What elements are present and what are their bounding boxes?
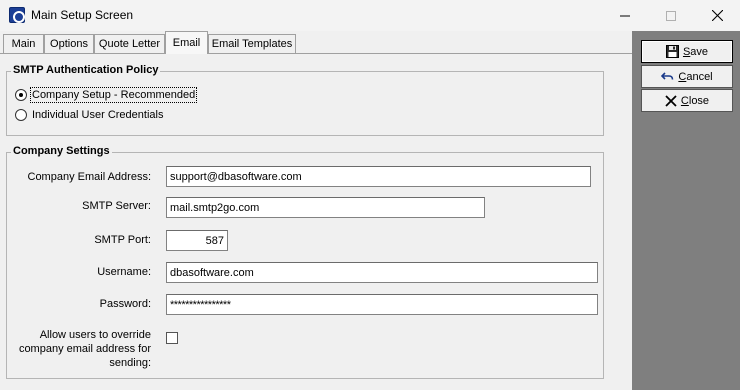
smtp-policy-legend: SMTP Authentication Policy bbox=[11, 64, 161, 76]
cancel-label: ancel bbox=[686, 70, 713, 83]
smtp-port-label: SMTP Port: bbox=[94, 234, 151, 246]
radio-button-unchecked[interactable] bbox=[15, 109, 27, 121]
smtp-policy-group: SMTP Authentication Policy Company Setup… bbox=[6, 64, 604, 136]
minimize-icon bbox=[620, 15, 630, 16]
tab-strip: Main Options Quote Letter Email Email Te… bbox=[0, 31, 632, 54]
undo-arrow-icon bbox=[661, 71, 674, 82]
email-tab-panel: SMTP Authentication Policy Company Setup… bbox=[0, 53, 632, 390]
radio-individual-credentials-label: Individual User Credentials bbox=[32, 109, 164, 121]
title-bar: Main Setup Screen bbox=[0, 0, 740, 31]
smtp-port-field[interactable]: 587 bbox=[166, 230, 228, 251]
company-email-label: Company Email Address: bbox=[27, 171, 152, 183]
radio-button-checked[interactable] bbox=[15, 89, 27, 101]
override-email-label-line1: Allow users to override bbox=[39, 329, 151, 341]
close-accelerator: C bbox=[680, 94, 689, 107]
company-settings-group: Company Settings Company Email Address: … bbox=[6, 145, 604, 379]
password-field[interactable]: **************** bbox=[166, 294, 598, 315]
radio-company-setup[interactable]: Company Setup - Recommended bbox=[15, 87, 198, 103]
tab-options[interactable]: Options bbox=[44, 34, 94, 53]
app-icon bbox=[9, 7, 25, 23]
radio-company-setup-label: Company Setup - Recommended bbox=[29, 87, 198, 103]
maximize-icon bbox=[666, 10, 676, 21]
username-label: Username: bbox=[97, 266, 151, 278]
smtp-server-field[interactable]: mail.smtp2go.com bbox=[166, 197, 485, 218]
override-email-label-line2: company email address for bbox=[18, 343, 151, 355]
tab-main[interactable]: Main bbox=[3, 34, 44, 53]
override-email-label-line3: sending: bbox=[109, 357, 151, 369]
cancel-button[interactable]: Cancel bbox=[641, 65, 733, 88]
action-panel: Save Cancel Close bbox=[632, 31, 740, 390]
floppy-disk-icon bbox=[665, 45, 679, 58]
company-email-field[interactable]: support@dbasoftware.com bbox=[166, 166, 591, 187]
radio-individual-credentials[interactable]: Individual User Credentials bbox=[15, 109, 163, 121]
tab-quote-letter[interactable]: Quote Letter bbox=[94, 34, 165, 53]
smtp-server-label: SMTP Server: bbox=[82, 200, 151, 212]
save-button[interactable]: Save bbox=[641, 40, 733, 63]
x-icon bbox=[665, 94, 677, 107]
tab-email[interactable]: Email bbox=[165, 31, 208, 54]
tab-email-templates[interactable]: Email Templates bbox=[208, 34, 296, 53]
company-settings-legend: Company Settings bbox=[11, 145, 112, 157]
username-field[interactable]: dbasoftware.com bbox=[166, 262, 598, 283]
window-title: Main Setup Screen bbox=[31, 8, 134, 22]
save-label: ave bbox=[690, 45, 709, 58]
minimize-button[interactable] bbox=[602, 0, 648, 31]
close-label: lose bbox=[688, 94, 710, 107]
override-email-label: Allow users to override company email ad… bbox=[9, 328, 151, 370]
override-email-checkbox[interactable] bbox=[166, 332, 178, 344]
close-icon bbox=[711, 10, 723, 21]
password-label: Password: bbox=[99, 298, 151, 310]
close-button[interactable]: Close bbox=[641, 89, 733, 112]
close-window-button[interactable] bbox=[694, 0, 740, 31]
maximize-button[interactable] bbox=[648, 0, 694, 31]
